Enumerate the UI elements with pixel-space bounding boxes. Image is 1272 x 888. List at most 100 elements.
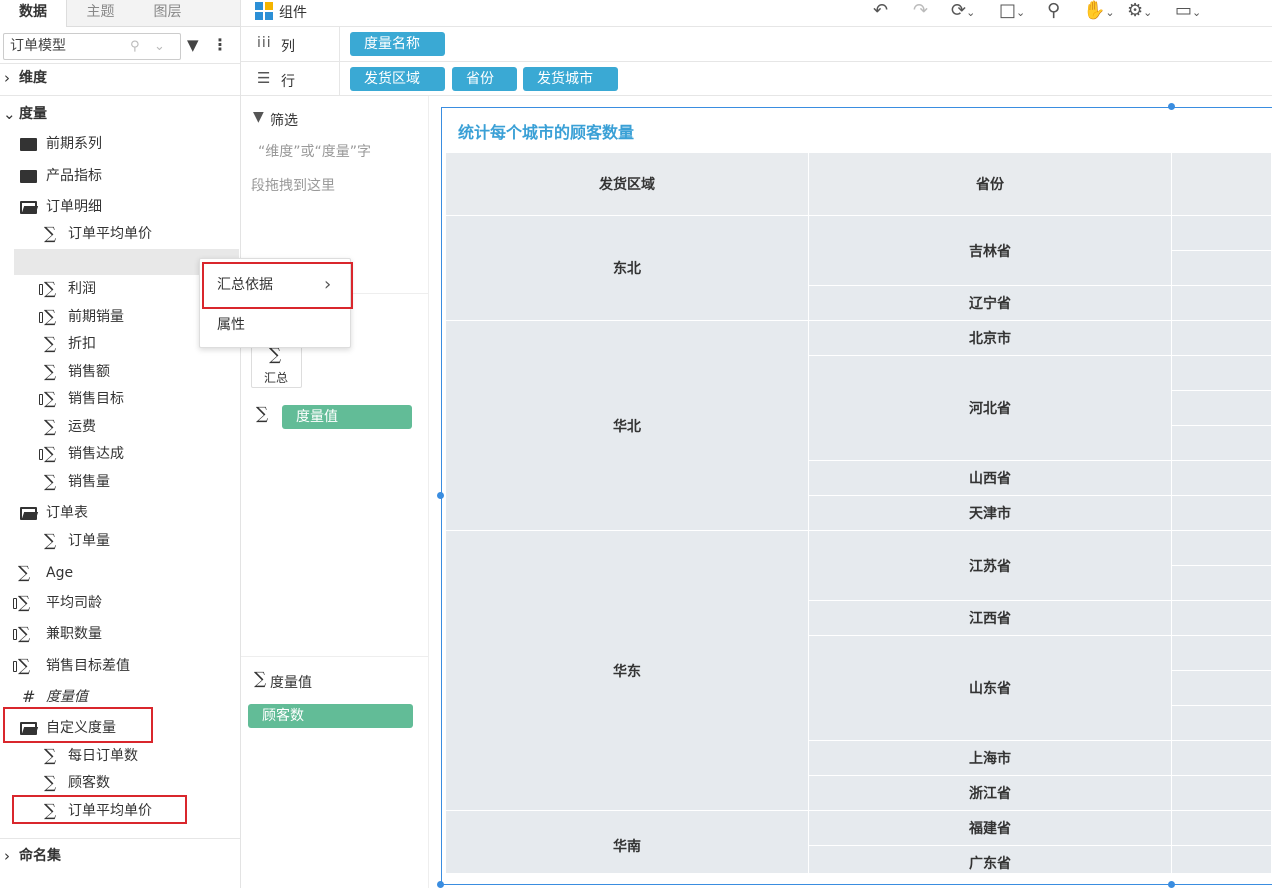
sigma-icon: ∑ — [44, 334, 57, 354]
resize-handle[interactable] — [437, 881, 444, 888]
city-cell — [1172, 846, 1272, 873]
tree-item-label: 每日订单数 — [68, 748, 138, 764]
city-cell — [1172, 671, 1272, 706]
tree-item[interactable]: ∑ 销售额 — [0, 359, 240, 385]
tree-item[interactable]: ∑ 销售目标 — [0, 386, 240, 412]
save-icon[interactable]: □⌄ — [999, 0, 1025, 21]
tree-item[interactable]: ∑ Age — [0, 560, 240, 586]
tree-item[interactable]: 订单明细 — [0, 194, 240, 220]
calculated-measure-icon: ∑ — [13, 590, 30, 616]
province-cell: 福建省 — [809, 811, 1172, 846]
row-label: 行 — [281, 74, 295, 90]
tree-item[interactable]: ∑ 订单平均单价 — [0, 221, 240, 247]
tab-theme[interactable]: 主题 — [67, 0, 134, 27]
header-city — [1172, 153, 1272, 216]
tree-item-label: 销售目标差值 — [46, 658, 130, 674]
search-icon[interactable]: ⚲ — [130, 34, 140, 59]
filter-hint-1: “维度”或“度量”字 — [258, 144, 372, 160]
tree-item[interactable]: ∑ 订单量 — [0, 528, 240, 554]
row-pill-region[interactable]: 发货区域 — [350, 67, 445, 91]
folder-open-icon — [20, 194, 37, 220]
city-cell — [1172, 811, 1272, 846]
tree-item[interactable]: ∑ 每日订单数 — [0, 743, 240, 769]
column-pill-measure-name[interactable]: 度量名称 — [350, 32, 445, 56]
gear-icon[interactable]: ⚙⌄ — [1127, 0, 1152, 21]
measure-value-pill[interactable]: 度量值 — [282, 405, 412, 429]
undo-icon[interactable]: ↶ — [873, 0, 888, 21]
resize-handle[interactable] — [437, 492, 444, 499]
filter-title: 筛选 — [270, 113, 298, 129]
tree-named-set[interactable]: › 命名集 — [0, 843, 240, 869]
more-icon[interactable]: ⋮ — [212, 35, 228, 54]
value-pill-customers[interactable]: 顾客数 — [248, 704, 413, 728]
toolbar: 组件 ↶ ↷ ⟳⌄ □⌄ ⚲ ✋⌄ ⚙⌄ ▭⌄ — [241, 0, 1272, 27]
highlight-order-avg-price — [12, 795, 187, 824]
tree-item-label: 顾客数 — [68, 775, 110, 791]
preview-icon[interactable]: ⚲ — [1047, 0, 1060, 21]
tree-item[interactable]: 前期系列 — [0, 131, 240, 157]
model-name: 订单模型 — [10, 38, 66, 54]
city-cell — [1172, 566, 1272, 601]
hand-icon[interactable]: ✋⌄ — [1083, 0, 1115, 21]
folder-icon — [20, 131, 37, 157]
resize-handle[interactable] — [1168, 881, 1175, 888]
tree-item[interactable]: 产品指标 — [0, 163, 240, 189]
tree-item[interactable]: 订单表 — [0, 500, 240, 526]
sigma-icon: ∑ — [269, 345, 282, 365]
row-shelf: ☰ 行 发货区域 省份 发货城市 — [241, 62, 1272, 96]
tree-item-label: 利润 — [68, 281, 96, 297]
tree-dimensions[interactable]: › 维度 — [0, 65, 240, 91]
province-cell: 吉林省 — [809, 216, 1172, 286]
tree-item-label: 前期系列 — [46, 136, 102, 152]
table-title: 统计每个城市的顾客数量 — [458, 123, 635, 142]
tree-item[interactable]: ∑ 销售目标差值 — [0, 653, 240, 679]
model-select[interactable]: 订单模型 ⚲ ⌄ — [3, 33, 181, 60]
tab-layer[interactable]: 图层 — [134, 0, 201, 27]
component-label[interactable]: 组件 — [279, 2, 307, 22]
tree-item-label: 平均司龄 — [46, 595, 102, 611]
refresh-icon[interactable]: ⟳⌄ — [951, 0, 975, 21]
sigma-icon: ∑ — [18, 563, 31, 583]
city-cell — [1172, 286, 1272, 321]
tree-item-label: 销售量 — [68, 474, 110, 490]
filter-icon: ▼ — [253, 109, 264, 125]
tree-item[interactable]: ∑ 销售量 — [0, 469, 240, 495]
region-cell: 华东 — [446, 531, 809, 811]
calculated-measure-icon: ∑ — [13, 653, 30, 679]
redo-icon[interactable]: ↷ — [913, 0, 928, 21]
tree-item-label: 销售目标 — [68, 391, 124, 407]
tree-item[interactable]: ∑ 运费 — [0, 414, 240, 440]
city-cell — [1172, 741, 1272, 776]
row-pill-city[interactable]: 发货城市 — [523, 67, 618, 91]
tree-item[interactable]: ∑ 兼职数量 — [0, 621, 240, 647]
row-icon: ☰ — [257, 69, 271, 87]
column-label: 列 — [281, 39, 295, 55]
row-pill-province[interactable]: 省份 — [452, 67, 517, 91]
resize-handle[interactable] — [1168, 103, 1175, 110]
tree-item-label: 订单量 — [68, 533, 110, 549]
component-icon[interactable] — [255, 2, 273, 20]
province-cell: 江西省 — [809, 601, 1172, 636]
tree-item-label: 订单明细 — [46, 199, 102, 215]
chevron-down-icon[interactable]: ⌄ — [154, 34, 165, 59]
filter-settings-icon[interactable]: ▼ — [187, 36, 199, 54]
tree-item[interactable]: ∑ 销售达成 — [0, 441, 240, 467]
province-cell: 上海市 — [809, 741, 1172, 776]
column-icon: iii — [257, 35, 272, 51]
province-cell: 辽宁省 — [809, 286, 1172, 321]
header-province: 省份 — [809, 153, 1172, 216]
monitor-icon[interactable]: ▭⌄ — [1175, 0, 1201, 21]
tree-item[interactable]: ∑ 顾客数 — [0, 770, 240, 796]
region-cell: 东北 — [446, 216, 809, 321]
sigma-icon: ∑ — [44, 773, 57, 793]
tree-item-label: 运费 — [68, 419, 96, 435]
province-cell: 北京市 — [809, 321, 1172, 356]
tab-data[interactable]: 数据 — [0, 0, 67, 27]
calculated-measure-icon: ∑ — [13, 621, 30, 647]
region-cell: 华南 — [446, 811, 809, 873]
menu-item-properties[interactable]: 属性 — [200, 307, 350, 343]
city-cell — [1172, 321, 1272, 356]
tree-item[interactable]: ∑ 平均司龄 — [0, 590, 240, 616]
chevron-right-icon: › — [4, 847, 10, 865]
tree-measures[interactable]: ⌄ 度量 — [0, 101, 240, 127]
